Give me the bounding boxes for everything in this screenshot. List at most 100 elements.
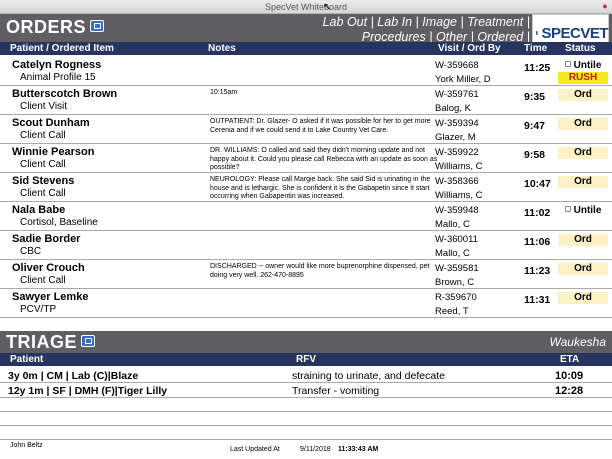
checkbox-icon[interactable]: [564, 206, 571, 212]
triage-patient: 12y 1m | SF | DMH (F)|Tiger Lilly: [8, 385, 168, 397]
ordered-item: Client Call: [20, 275, 66, 286]
ordered-by: Mallo, C: [435, 219, 470, 230]
nav-image[interactable]: Image: [422, 15, 457, 29]
printer-icon[interactable]: [90, 20, 105, 32]
order-notes: OUTPATIENT: Dr. Glazer- O asked if it wa…: [210, 118, 431, 134]
status-text: Untile: [573, 205, 602, 216]
status-text: Ord: [574, 89, 592, 100]
table-row[interactable]: Catelyn Rogness Animal Profile 15 W-359668…: [0, 57, 612, 86]
status-badge[interactable]: Ord: [558, 263, 608, 275]
status-badge[interactable]: Untile: [558, 60, 608, 72]
ordered-item: Client Call: [20, 159, 66, 170]
ordered-item: CBC: [20, 246, 42, 257]
order-time: 9:58: [524, 149, 546, 161]
window-title: SpecVet Whiteboard: [264, 2, 348, 12]
order-notes: DR. WILLIAMS: O called and said they did…: [210, 147, 438, 171]
ordered-by: Glazer, M: [435, 132, 476, 143]
patient-name: Sadie Border: [12, 233, 81, 245]
visit-id: R-359670: [435, 292, 477, 303]
orders-list: Catelyn Rogness Animal Profile 15 W-359668…: [0, 57, 612, 318]
col-time[interactable]: Time: [524, 43, 547, 54]
status-text: Ord: [574, 234, 592, 245]
status-badge[interactable]: Ord: [558, 292, 608, 304]
last-updated-label: Last Updated At: [230, 446, 280, 453]
order-time: 11:25: [524, 62, 551, 74]
visit-id: W-359948: [435, 205, 479, 216]
current-user: John Beltz: [10, 442, 43, 449]
triage-eta: 10:09: [555, 370, 584, 382]
triage-row[interactable]: 12y 1m | SF | DMH (F)|Tiger Lilly Transfe…: [0, 383, 612, 398]
ordered-by: Balog, K: [435, 103, 471, 114]
status-badge[interactable]: Ord: [558, 176, 608, 188]
table-row[interactable]: Nala Babe Cortisol, Baseline W-359948 Mallo…: [0, 202, 612, 231]
order-time: 11:23: [524, 265, 551, 277]
table-row[interactable]: Winnie Pearson Client Call DR. WILLIAMS: O…: [0, 144, 612, 173]
table-row[interactable]: Sawyer Lemke PCV/TP R-359670 Reed, T 11:31 Or…: [0, 289, 612, 318]
patient-name: Catelyn Rogness: [12, 59, 102, 71]
ordered-item: Cortisol, Baseline: [20, 217, 98, 228]
triage-eta: 12:28: [555, 385, 584, 397]
ordered-item: PCV/TP: [20, 304, 57, 315]
triage-patient: 3y 0m | CM | Lab (C)|Blaze: [8, 370, 139, 382]
orders-header: ORDERS Lab Out | Lab In | Image | Treatm…: [0, 14, 612, 44]
col-eta[interactable]: ETA: [560, 354, 579, 365]
ordered-item: Client Call: [20, 130, 66, 141]
orders-column-header: Patient / Ordered Item Notes Visit / Ord…: [0, 42, 612, 55]
logo-text: SPECVET: [541, 24, 608, 42]
triage-header: TRIAGE Waukesha: [0, 331, 612, 353]
checkbox-icon[interactable]: [564, 61, 571, 67]
ordered-item: Client Call: [20, 188, 66, 199]
triage-empty-row: [0, 412, 612, 426]
status-badge[interactable]: Untile: [558, 205, 608, 217]
status-badge[interactable]: Ord: [558, 234, 608, 246]
ordered-by: Mallo, C: [435, 248, 470, 259]
order-time: 11:06: [524, 236, 551, 248]
col-visit[interactable]: Visit / Ord By: [438, 43, 501, 54]
triage-list: 3y 0m | CM | Lab (C)|Blaze straining to u…: [0, 368, 612, 440]
nav-treatment[interactable]: Treatment: [467, 15, 523, 29]
close-icon[interactable]: ●: [600, 1, 610, 11]
patient-name: Butterscotch Brown: [12, 88, 118, 100]
table-row[interactable]: Sadie Border CBC W-360011 Mallo, C 11:06 Ord: [0, 231, 612, 260]
status-badge[interactable]: Ord: [558, 89, 608, 101]
table-row[interactable]: Butterscotch Brown Client Visit 10:15am W-3…: [0, 86, 612, 115]
table-row[interactable]: Sid Stevens Client Call NEUROLOGY: Please …: [0, 173, 612, 202]
order-time: 9:47: [524, 120, 546, 132]
ordered-item: Client Visit: [20, 101, 68, 112]
patient-name: Sawyer Lemke: [12, 291, 89, 303]
triage-empty-row: [0, 426, 612, 440]
status-badge[interactable]: Ord: [558, 118, 608, 130]
col-status[interactable]: Status: [565, 43, 596, 54]
status-text: Ord: [574, 292, 592, 303]
order-notes: NEUROLOGY: Please call Margie back. She …: [210, 176, 431, 200]
nav-lab-in[interactable]: Lab In: [377, 15, 412, 29]
patient-name: Nala Babe: [12, 204, 66, 216]
triage-row[interactable]: 3y 0m | CM | Lab (C)|Blaze straining to u…: [0, 368, 612, 383]
order-time: 9:35: [524, 91, 546, 103]
visit-id: W-358366: [435, 176, 479, 187]
footer: John Beltz Last Updated At 9/11/2018 11:…: [0, 440, 612, 459]
patient-name: Scout Dunham: [12, 117, 90, 129]
ordered-by: Williams, C: [435, 190, 483, 201]
visit-id: W-359922: [435, 147, 479, 158]
printer-icon[interactable]: [81, 335, 96, 347]
ordered-by: Reed, T: [435, 306, 469, 317]
table-row[interactable]: Scout Dunham Client Call OUTPATIENT: Dr. G…: [0, 115, 612, 144]
ordered-item: Animal Profile 15: [20, 72, 96, 83]
col-patient[interactable]: Patient / Ordered Item: [10, 43, 114, 54]
rush-badge: RUSH: [558, 72, 608, 84]
orders-title-text: ORDERS: [6, 17, 87, 37]
triage-empty-row: [0, 398, 612, 412]
table-row[interactable]: Oliver Crouch Client Call DISCHARGED -- ow…: [0, 260, 612, 289]
triage-column-header: Patient RFV ETA: [0, 353, 612, 366]
nav-lab-out[interactable]: Lab Out: [323, 15, 367, 29]
triage-title: TRIAGE: [6, 332, 96, 353]
col-triage-patient[interactable]: Patient: [10, 354, 43, 365]
status-text: Untile: [573, 60, 602, 71]
status-badge[interactable]: Ord: [558, 147, 608, 159]
col-notes[interactable]: Notes: [208, 43, 236, 54]
col-rfv[interactable]: RFV: [296, 354, 316, 365]
triage-location: Waukesha: [549, 335, 606, 349]
status-text: Ord: [574, 118, 592, 129]
patient-name: Winnie Pearson: [12, 146, 95, 158]
